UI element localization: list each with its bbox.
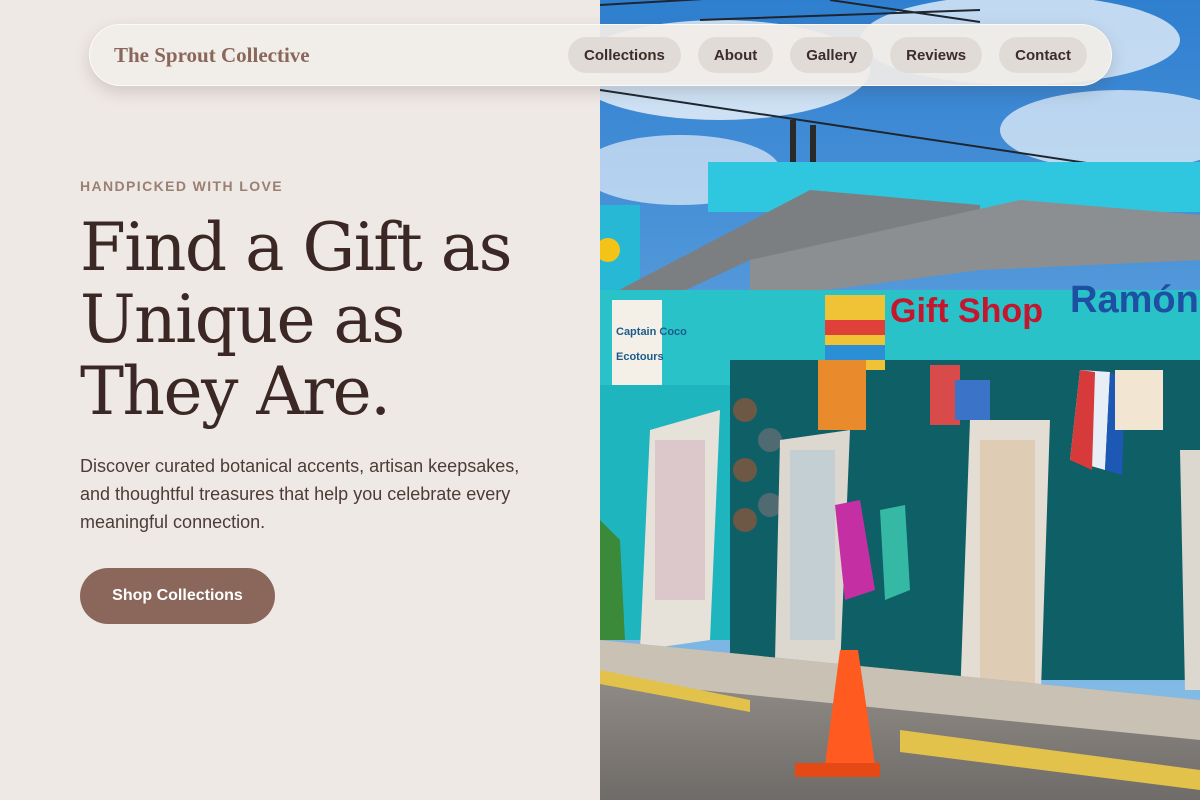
gift-shop-photo: Captain Coco Ecotours Gift Shop Ramón (600, 0, 1200, 800)
headline-line: They Are. (80, 353, 391, 430)
hero-eyebrow: HANDPICKED WITH LOVE (80, 178, 283, 194)
hero-section: HANDPICKED WITH LOVE Find a Gift as Uniq… (0, 0, 600, 800)
nav-collections-link[interactable]: Collections (568, 37, 681, 73)
nav-gallery-link[interactable]: Gallery (790, 37, 874, 73)
nav-links: Collections About Gallery Reviews Contac… (568, 37, 1087, 73)
nav-contact-link[interactable]: Contact (999, 37, 1087, 73)
sign-ramon: Ramón (1070, 279, 1199, 321)
shop-collections-button[interactable]: Shop Collections (80, 568, 275, 624)
nav-about-link[interactable]: About (697, 37, 774, 73)
headline-line: Find a Gift as (80, 209, 512, 286)
hero-description: Discover curated botanical accents, arti… (80, 456, 520, 532)
brand-logo[interactable]: The Sprout Collective (114, 43, 310, 68)
sign-captain-coco: Captain Coco (616, 326, 687, 338)
hero-headline: Find a Gift as Unique as They Are. (80, 212, 560, 428)
headline-line: Unique as (80, 281, 405, 358)
nav-reviews-link[interactable]: Reviews (890, 37, 983, 73)
hero-photo: Captain Coco Ecotours Gift Shop Ramón (600, 0, 1200, 800)
sign-ecotours: Ecotours (616, 351, 664, 363)
sign-gift-shop: Gift Shop (890, 292, 1043, 330)
top-navbar: The Sprout Collective Collections About … (89, 24, 1112, 86)
